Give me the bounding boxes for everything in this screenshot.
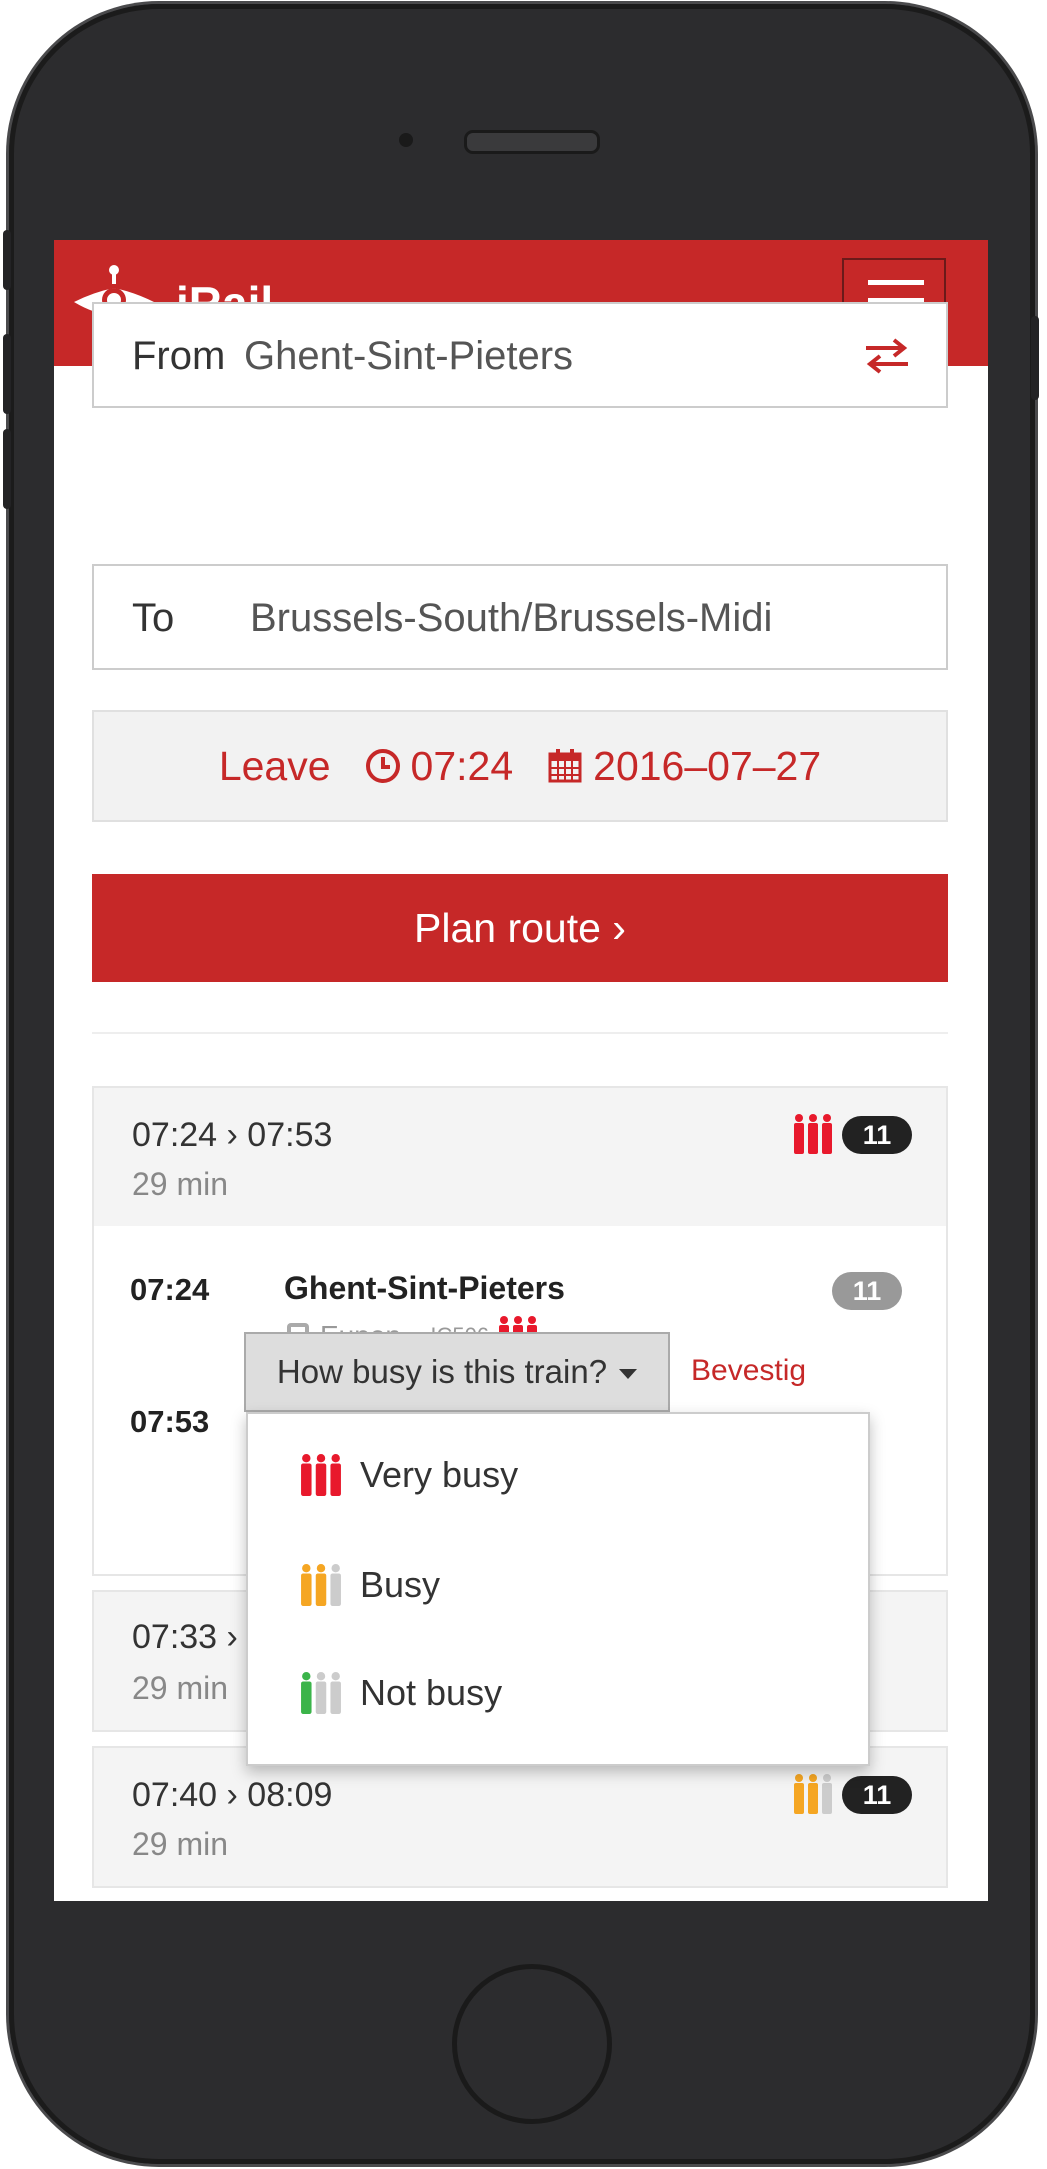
departure-time-selector[interactable]: Leave 07:24 2016–07–27 [92,710,948,822]
leave-mode-label[interactable]: Leave [219,743,331,790]
occupancy-dropdown-label: How busy is this train? [276,1353,608,1390]
arrival-time: 07:53 [130,1404,210,1439]
occupancy-dropdown[interactable]: How busy is this train? [244,1332,670,1412]
from-label: From [132,334,226,378]
earpiece-speaker [464,130,600,154]
calendar-icon [548,749,582,783]
to-field[interactable]: To Brussels-South/Brussels-Midi [92,564,948,670]
occupancy-menu: Very busy Busy Not busy [246,1412,870,1766]
home-button[interactable] [452,1964,612,2124]
time-value[interactable]: 07:24 [411,743,514,790]
volume-down-button [3,429,11,509]
volume-up-button [3,334,11,414]
route-times: 07:40 › 08:09 [132,1776,333,1814]
transfers-badge: 11 [842,1116,912,1154]
route-times: 07:24 › 07:53 [132,1116,333,1154]
mute-switch [3,230,11,290]
transfers-badge: 11 [842,1776,912,1814]
power-button [1031,316,1039,400]
platform-badge: 11 [832,1272,902,1310]
occupancy-option-not-busy[interactable]: Not busy [298,1672,502,1714]
route-duration: 29 min [132,1670,229,1706]
occupancy-very-busy-icon [794,1114,832,1154]
caret-down-icon [619,1369,638,1379]
divider [92,1032,948,1034]
date-value[interactable]: 2016–07–27 [593,743,821,790]
plan-route-button[interactable]: Plan route › [92,874,948,982]
from-input[interactable]: Ghent-Sint-Pieters [244,334,573,379]
occupancy-option-very-busy[interactable]: Very busy [298,1454,518,1496]
route-duration: 29 min [132,1166,229,1202]
route-result[interactable]: 07:40 › 08:09 29 min 11 [92,1746,948,1888]
option-label: Very busy [360,1454,519,1495]
swap-icon[interactable] [862,338,912,374]
occupancy-option-busy[interactable]: Busy [298,1564,440,1606]
option-label: Busy [360,1564,441,1605]
from-field[interactable]: From Ghent-Sint-Pieters [92,302,948,408]
confirm-link[interactable]: Bevestig [691,1354,806,1388]
occupancy-busy-icon [301,1564,341,1606]
departure-station: Ghent-Sint-Pieters [284,1270,565,1306]
occupancy-very-busy-icon [301,1454,341,1496]
clock-icon [365,749,400,783]
route-duration: 29 min [132,1826,229,1862]
occupancy-not-busy-icon [301,1672,341,1714]
occupancy-busy-icon [794,1774,832,1814]
route-result[interactable]: 07:24 › 07:53 29 min 11 [92,1086,948,1228]
front-camera [399,133,413,147]
departure-time: 07:24 [130,1272,210,1307]
to-input[interactable]: Brussels-South/Brussels-Midi [250,596,772,641]
to-label: To [132,596,175,640]
option-label: Not busy [360,1672,503,1713]
